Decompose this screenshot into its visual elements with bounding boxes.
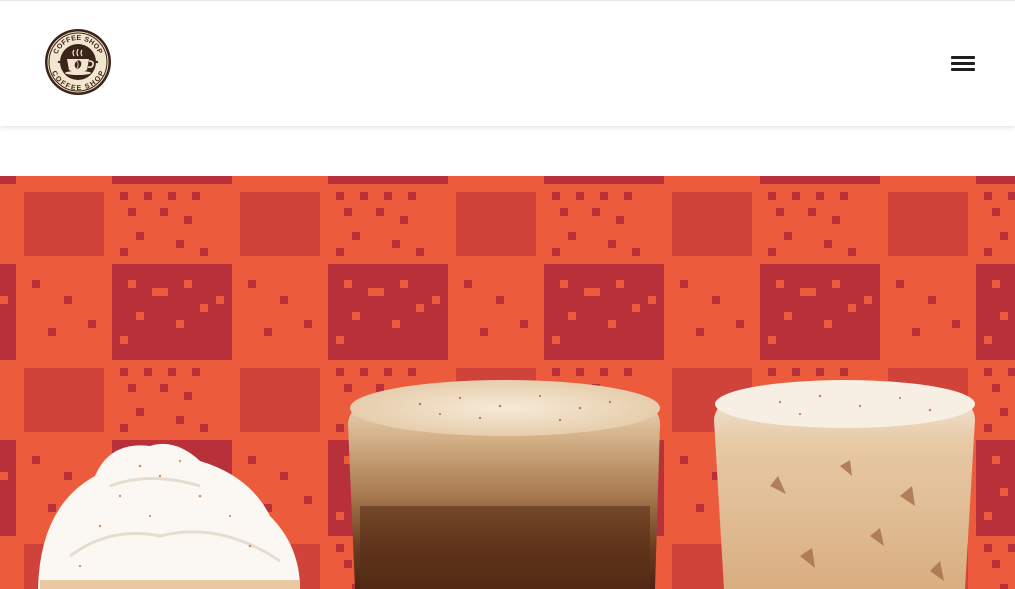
hero-banner bbox=[0, 176, 1015, 589]
header-spacer bbox=[0, 126, 1015, 176]
iced-latte bbox=[714, 380, 975, 589]
hamburger-menu-button[interactable] bbox=[946, 49, 980, 77]
site-header: COFFEE SHOP COFFEE SHOP bbox=[0, 0, 1015, 126]
layered-iced-espresso bbox=[348, 380, 660, 589]
coffee-cup-icon: COFFEE SHOP COFFEE SHOP bbox=[45, 29, 111, 95]
hero-image bbox=[0, 176, 1015, 589]
brand-logo[interactable]: COFFEE SHOP COFFEE SHOP bbox=[44, 28, 112, 96]
